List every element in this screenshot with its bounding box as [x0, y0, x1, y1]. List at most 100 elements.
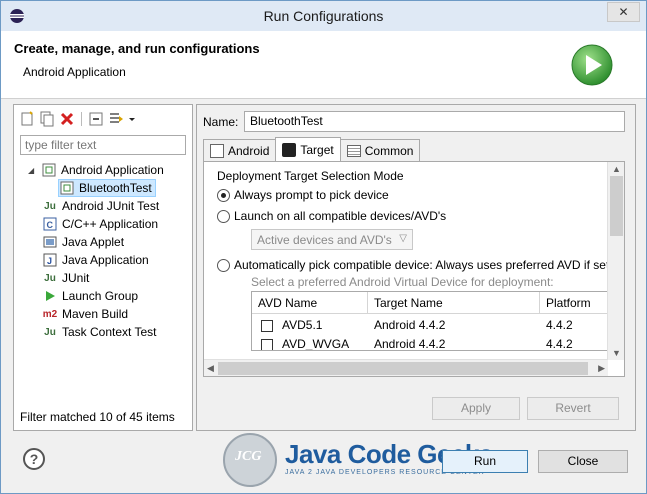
- junit-icon: Ju: [44, 272, 56, 284]
- column-header-platform[interactable]: Platform: [540, 292, 612, 314]
- tree-item-c-cpp-application[interactable]: C C/C++ Application: [42, 215, 158, 233]
- avd-platform-cell: 4.4.2: [546, 337, 573, 351]
- tree-item-label: C/C++ Application: [62, 217, 159, 231]
- scroll-left-icon[interactable]: ◀: [207, 363, 214, 374]
- target-tab-icon: [282, 142, 297, 157]
- name-field[interactable]: BluetoothTest: [244, 111, 625, 132]
- android-config-icon: [59, 180, 75, 196]
- applet-icon: [42, 234, 58, 250]
- filter-status: Filter matched 10 of 45 items: [20, 410, 175, 424]
- radio-auto-pick[interactable]: Automatically pick compatible device: Al…: [217, 258, 609, 272]
- watermark-logo-text: JCG: [235, 449, 262, 464]
- tab-common[interactable]: Common: [339, 139, 421, 161]
- devices-dropdown[interactable]: Active devices and AVD's ▽: [251, 229, 413, 250]
- java-app-icon: J: [42, 252, 58, 268]
- revert-button[interactable]: Revert: [527, 397, 619, 420]
- radio-button[interactable]: [217, 258, 230, 272]
- avd-table-header: AVD Name Target Name Platform: [252, 292, 612, 314]
- maven-icon: m2: [42, 308, 58, 320]
- task-context-icon: Ju: [44, 326, 56, 338]
- scroll-down-icon[interactable]: ▼: [612, 348, 621, 358]
- avd-checkbox[interactable]: [261, 338, 273, 350]
- tree-item-maven-build[interactable]: m2 Maven Build: [42, 305, 128, 323]
- avd-hint: Select a preferred Android Virtual Devic…: [251, 275, 554, 289]
- section-title: Deployment Target Selection Mode: [217, 169, 404, 183]
- header-banner: Create, manage, and run configurations A…: [1, 31, 646, 99]
- tree-item-label: Maven Build: [62, 307, 129, 321]
- vertical-scrollbar[interactable]: ▲ ▼: [607, 162, 624, 360]
- tree-item-bluetoothtest[interactable]: BluetoothTest: [58, 179, 156, 197]
- tree-item-label: BluetoothTest: [79, 181, 152, 195]
- tree-item-java-application[interactable]: J Java Application: [42, 251, 149, 269]
- android-tab-icon: [210, 143, 224, 158]
- toolbar-divider: [81, 112, 82, 126]
- delete-icon[interactable]: [59, 111, 75, 127]
- horizontal-scrollbar[interactable]: ◀ ▶: [204, 359, 608, 376]
- radio-launch-all[interactable]: Launch on all compatible devices/AVD's: [217, 209, 446, 223]
- scroll-right-icon[interactable]: ▶: [598, 363, 605, 374]
- run-button[interactable]: Run: [442, 450, 528, 473]
- tree-item-label: Android JUnit Test: [62, 199, 160, 213]
- configuration-list-panel: ◢ Android Application BluetoothTest Ju A…: [13, 104, 193, 431]
- vertical-scroll-thumb[interactable]: [610, 176, 623, 236]
- radio-label: Always prompt to pick device: [234, 188, 389, 202]
- scroll-up-icon[interactable]: ▲: [612, 164, 621, 174]
- left-toolbar: [19, 109, 136, 129]
- new-configuration-icon[interactable]: [19, 111, 35, 127]
- tree-item-label: JUnit: [62, 271, 90, 285]
- dropdown-value: Active devices and AVD's: [257, 233, 392, 247]
- avd-checkbox[interactable]: [261, 319, 273, 332]
- horizontal-scroll-thumb[interactable]: [218, 362, 588, 375]
- common-tab-icon: [346, 144, 361, 157]
- tree-item-label: Java Application: [62, 253, 149, 267]
- avd-table: AVD Name Target Name Platform AVD5.1 And…: [251, 291, 613, 351]
- svg-text:J: J: [47, 256, 52, 266]
- radio-button-selected[interactable]: [217, 188, 230, 202]
- tree-item-android-junit-test[interactable]: Ju Android JUnit Test: [42, 197, 159, 215]
- chevron-down-icon: ▽: [399, 233, 407, 244]
- target-tab-content: Deployment Target Selection Mode Always …: [203, 161, 625, 377]
- avd-target-cell: Android 4.4.2: [374, 318, 446, 332]
- expand-arrow-icon[interactable]: ◢: [28, 166, 37, 175]
- c-app-icon: C: [42, 216, 58, 232]
- avd-target-cell: Android 4.4.2: [374, 337, 446, 351]
- close-button[interactable]: Close: [538, 450, 628, 473]
- radio-button[interactable]: [217, 209, 230, 223]
- java-code-geeks-watermark: JCG Java Code Geeks JAVA 2 JAVA DEVELOPE…: [223, 431, 493, 491]
- tab-target[interactable]: Target: [275, 137, 341, 161]
- tree-item-java-applet[interactable]: Java Applet: [42, 233, 124, 251]
- tab-bar: Android Target Common: [203, 137, 421, 161]
- column-header-avd-name[interactable]: AVD Name: [252, 292, 368, 314]
- help-icon[interactable]: ?: [23, 448, 45, 470]
- banner-subtitle: Android Application: [23, 65, 126, 79]
- tree-item-junit[interactable]: Ju JUnit: [42, 269, 89, 287]
- avd-name-cell: AVD_WVGA: [261, 335, 349, 350]
- column-header-target-name[interactable]: Target Name: [368, 292, 540, 314]
- launch-group-icon: [42, 288, 58, 304]
- tree-item-android-application[interactable]: ◢ Android Application: [28, 161, 164, 179]
- tab-android[interactable]: Android: [203, 139, 277, 161]
- filter-icon[interactable]: [108, 111, 124, 127]
- tree-item-label: Launch Group: [62, 289, 139, 303]
- apply-button[interactable]: Apply: [432, 397, 520, 420]
- banner-title: Create, manage, and run configurations: [14, 41, 260, 56]
- tab-label: Android: [228, 143, 270, 158]
- name-label: Name:: [203, 115, 239, 129]
- tree-item-label: Android Application: [61, 163, 164, 177]
- tree-item-launch-group[interactable]: Launch Group: [42, 287, 138, 305]
- tree-item-task-context-test[interactable]: Ju Task Context Test: [42, 323, 157, 341]
- radio-always-prompt[interactable]: Always prompt to pick device: [217, 188, 389, 202]
- tree-item-label: Task Context Test: [62, 325, 157, 339]
- duplicate-icon[interactable]: [39, 111, 55, 127]
- radio-label: Automatically pick compatible device: Al…: [234, 258, 610, 272]
- configuration-editor-panel: Name: BluetoothTest Android Target Commo…: [196, 104, 636, 431]
- filter-input[interactable]: [20, 135, 186, 155]
- android-app-icon: [41, 162, 57, 178]
- filter-menu-dropdown-icon[interactable]: [128, 111, 136, 127]
- close-window-button[interactable]: ✕: [607, 2, 640, 22]
- collapse-all-icon[interactable]: [88, 111, 104, 127]
- title-bar[interactable]: Run Configurations ✕: [1, 1, 646, 31]
- radio-label: Launch on all compatible devices/AVD's: [234, 209, 447, 223]
- run-configurations-window: Run Configurations ✕ Create, manage, and…: [0, 0, 647, 494]
- window-title: Run Configurations: [263, 8, 384, 24]
